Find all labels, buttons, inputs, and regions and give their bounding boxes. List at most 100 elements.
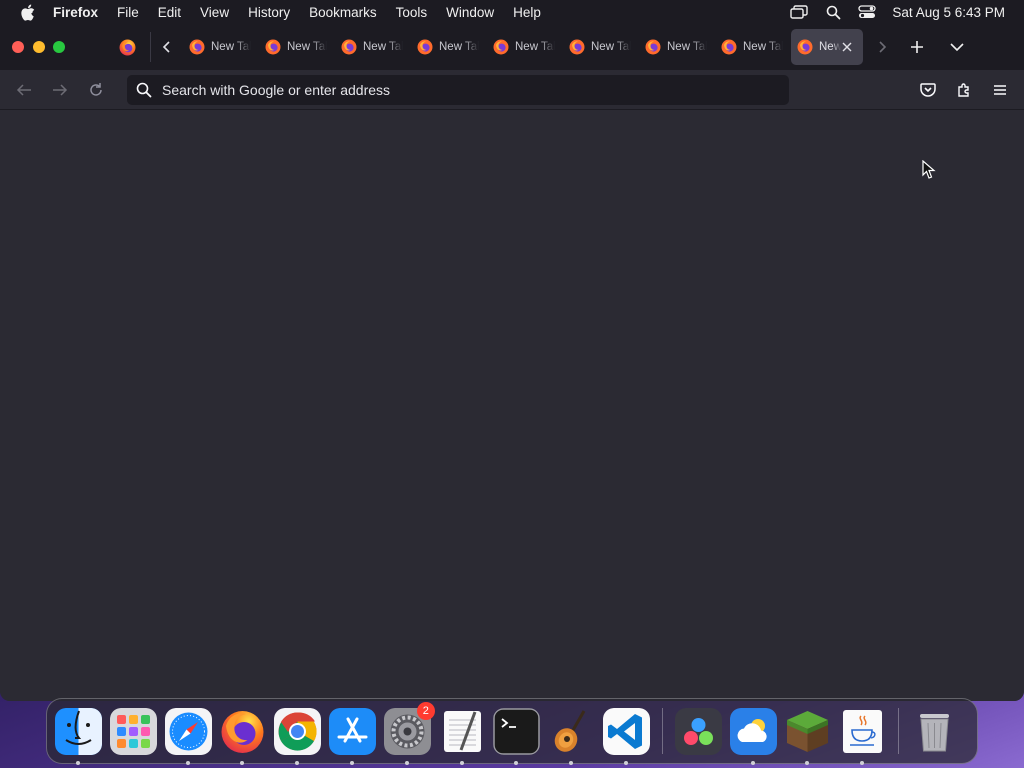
- close-window-button[interactable]: [12, 41, 24, 53]
- tab-title: New Tab: [667, 41, 707, 53]
- spotlight-search-icon[interactable]: [816, 0, 850, 24]
- tab[interactable]: New Tab: [335, 29, 407, 65]
- screen-mirroring-icon[interactable]: [782, 0, 816, 24]
- reload-icon: [90, 82, 102, 96]
- menu-bookmarks[interactable]: Bookmarks: [300, 5, 387, 20]
- dock-separator: [661, 708, 663, 754]
- dock-weather[interactable]: [729, 707, 777, 765]
- window-controls: [12, 41, 102, 53]
- dock-launchpad[interactable]: [109, 707, 157, 755]
- tab-title: New Tab: [515, 41, 555, 53]
- running-indicator: [349, 760, 354, 765]
- menu-edit[interactable]: Edit: [148, 5, 190, 20]
- menu-bar: Firefox File Edit View History Bookmarks…: [0, 0, 1024, 24]
- firefox-icon: [219, 708, 266, 755]
- extensions-button[interactable]: [946, 74, 982, 106]
- tab-title: New Tab: [287, 41, 327, 53]
- dock-firefox[interactable]: [219, 708, 266, 765]
- dock-trash[interactable]: [911, 708, 958, 755]
- menu-file[interactable]: File: [108, 5, 149, 20]
- tab[interactable]: New Tab: [639, 29, 711, 65]
- dock-chrome[interactable]: [274, 707, 322, 765]
- address-bar[interactable]: [127, 74, 789, 105]
- firefox-icon: [797, 39, 813, 55]
- menu-window[interactable]: Window: [437, 5, 504, 20]
- menu-clock[interactable]: Sat Aug 5 6:43 PM: [884, 5, 1024, 20]
- forward-arrow-icon: [53, 83, 68, 96]
- safari-icon: [164, 707, 212, 755]
- back-button[interactable]: [6, 74, 42, 106]
- dock-finder[interactable]: [55, 707, 102, 765]
- firefox-icon: [119, 39, 135, 55]
- chrome-icon: [274, 707, 322, 755]
- finder-icon: [55, 707, 102, 755]
- back-arrow-icon: [16, 83, 31, 96]
- control-center-icon[interactable]: [850, 0, 884, 24]
- menu-history[interactable]: History: [239, 5, 300, 20]
- menu-tools[interactable]: Tools: [386, 5, 437, 20]
- dock-app-store[interactable]: [328, 707, 376, 765]
- dock-system-settings[interactable]: 2: [383, 701, 435, 765]
- running-indicator: [76, 760, 80, 765]
- tab-title: New Tab: [211, 41, 251, 53]
- mouse-cursor-icon: [922, 160, 936, 179]
- tab[interactable]: New Tab: [411, 29, 483, 65]
- chevron-down-icon: [950, 43, 964, 52]
- tab[interactable]: New Tab: [183, 29, 255, 65]
- dock-vscode[interactable]: [602, 707, 650, 765]
- tab[interactable]: New Tab: [563, 29, 635, 65]
- menu-help[interactable]: Help: [504, 5, 551, 20]
- running-indicator: [459, 760, 464, 765]
- running-indicator: [185, 760, 190, 765]
- textedit-icon: [439, 708, 486, 755]
- plus-icon: [911, 41, 923, 53]
- running-indicator: [514, 760, 519, 765]
- close-tab-icon[interactable]: [839, 39, 855, 55]
- pinned-tab-firefox[interactable]: [104, 24, 150, 70]
- dock-terminal[interactable]: [493, 707, 541, 765]
- tabs-scroll-left-button[interactable]: [151, 24, 183, 70]
- tab-active[interactable]: New Tab: [791, 29, 863, 65]
- dock-davinci-resolve[interactable]: [674, 707, 722, 755]
- list-all-tabs-button[interactable]: [937, 24, 977, 70]
- minimize-window-button[interactable]: [32, 41, 45, 53]
- apple-icon[interactable]: [19, 4, 35, 21]
- launchpad-icon: [109, 707, 157, 755]
- tab[interactable]: New Tab: [259, 29, 331, 65]
- puzzle-icon: [958, 82, 969, 97]
- zoom-window-button[interactable]: [53, 41, 65, 53]
- firefox-icon: [569, 39, 585, 55]
- running-indicator: [623, 760, 628, 765]
- running-indicator: [295, 760, 300, 765]
- dock-java[interactable]: [839, 708, 886, 765]
- new-tab-button[interactable]: [897, 24, 937, 70]
- dock-textedit[interactable]: [439, 708, 486, 765]
- tab-title: New Tab: [819, 41, 841, 53]
- forward-button[interactable]: [42, 74, 78, 106]
- app-menu-button[interactable]: [982, 74, 1018, 106]
- search-icon: [136, 82, 152, 97]
- tab[interactable]: New Tab: [715, 29, 787, 65]
- tab-title: New Tab: [743, 41, 783, 53]
- dock-garageband[interactable]: [548, 708, 595, 765]
- tab[interactable]: New Tab: [487, 29, 559, 65]
- dock: 2: [46, 698, 978, 765]
- vscode-icon: [602, 707, 650, 755]
- pocket-button[interactable]: [910, 74, 946, 106]
- dock-safari[interactable]: [164, 707, 212, 765]
- reload-button[interactable]: [78, 74, 114, 106]
- tabs-scroll-right-button[interactable]: [867, 24, 897, 70]
- tab-title: New Tab: [591, 41, 631, 53]
- menu-view[interactable]: View: [191, 5, 239, 20]
- davinci-resolve-icon: [674, 707, 722, 755]
- page-content[interactable]: [0, 111, 1024, 701]
- guitar-icon: [548, 708, 595, 755]
- address-input[interactable]: [162, 81, 762, 98]
- dock-separator: [897, 708, 899, 754]
- notification-badge: 2: [416, 701, 435, 720]
- terminal-icon: [493, 707, 541, 755]
- firefox-icon: [341, 39, 357, 55]
- browser-window: New Tab New Tab New Tab New Tab New Tab …: [0, 24, 1024, 701]
- menu-app-name[interactable]: Firefox: [53, 5, 108, 20]
- dock-minecraft[interactable]: [784, 708, 831, 765]
